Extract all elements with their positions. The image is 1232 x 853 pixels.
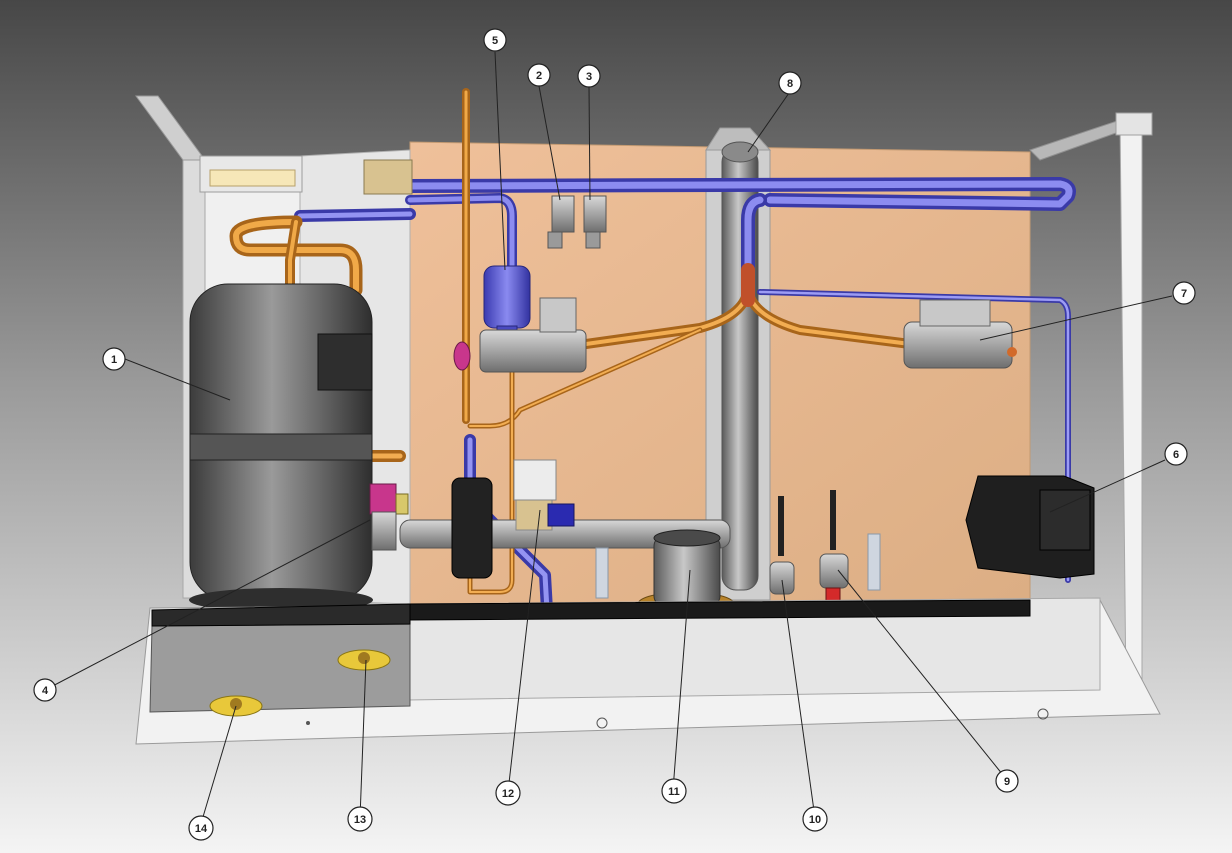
service-box [149, 603, 411, 717]
callout-12: 12 [495, 780, 521, 806]
callout-1: 1 [102, 347, 126, 371]
callout-14-label: 14 [195, 823, 208, 835]
callout-2: 2 [527, 63, 551, 87]
hvac-unit-diagram: 1 2 3 4 5 6 7 8 9 10 11 12 13 14 [0, 0, 1232, 853]
callout-3: 3 [577, 64, 601, 88]
compressor [189, 283, 373, 612]
callout-4-label: 4 [42, 685, 49, 697]
callout-6-label: 6 [1173, 449, 1179, 461]
callout-6: 6 [1164, 442, 1188, 466]
callout-1-label: 1 [111, 354, 117, 366]
callout-7-label: 7 [1181, 288, 1187, 300]
callout-9-label: 9 [1004, 776, 1010, 788]
callout-8: 8 [778, 71, 802, 95]
callout-10: 10 [802, 806, 828, 832]
callout-11: 11 [661, 778, 687, 804]
callout-5: 5 [483, 28, 507, 52]
callout-13-label: 13 [354, 814, 366, 826]
callout-5-label: 5 [492, 35, 498, 47]
callout-14: 14 [188, 815, 214, 841]
filter-drier [483, 265, 531, 339]
callout-12-label: 12 [502, 788, 514, 800]
muffler-block [965, 475, 1095, 579]
callout-7: 7 [1172, 281, 1196, 305]
callout-3-label: 3 [586, 71, 592, 83]
callout-2-label: 2 [536, 70, 542, 82]
callout-11-label: 11 [668, 786, 680, 798]
callout-13: 13 [347, 806, 373, 832]
callout-10-label: 10 [809, 814, 821, 826]
diagram-canvas: 1 2 3 4 5 6 7 8 9 10 11 12 13 14 [0, 0, 1232, 853]
callout-9: 9 [995, 769, 1019, 793]
callout-4: 4 [33, 678, 57, 702]
callout-8-label: 8 [787, 78, 793, 90]
